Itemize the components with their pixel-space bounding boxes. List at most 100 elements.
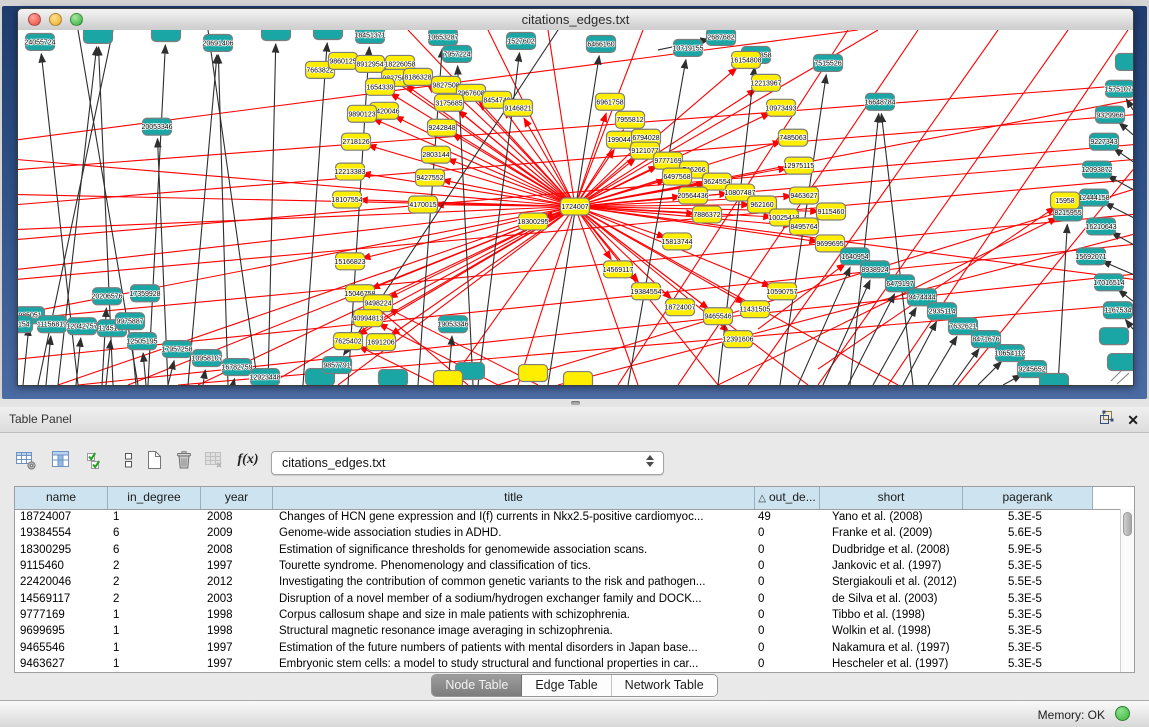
graph-node[interactable]: 19053346 — [437, 316, 468, 333]
graph-node[interactable]: 9329966 — [1096, 106, 1125, 123]
graph-node[interactable]: 7625402 — [334, 333, 363, 350]
graph-node[interactable] — [379, 370, 408, 385]
graph-node[interactable]: 40994813 — [352, 310, 383, 327]
graph-node[interactable]: 15166823 — [334, 253, 365, 270]
graph-node[interactable]: 17359928 — [129, 285, 160, 302]
close-panel-icon[interactable]: ✕ — [1127, 413, 1139, 427]
close-button[interactable] — [28, 13, 41, 26]
table-row[interactable]: 1830029562008Estimation of significance … — [15, 542, 1120, 558]
graph-node[interactable]: 7886372 — [693, 206, 722, 223]
graph-node[interactable]: 7515526 — [814, 54, 843, 71]
column-header-title[interactable]: title — [273, 487, 755, 509]
graph-node[interactable]: 8186328 — [404, 68, 433, 85]
graph-node[interactable]: 24055724 — [24, 33, 55, 50]
network-canvas[interactable]: 2405572420691406184513711065328715276026… — [18, 30, 1133, 385]
graph-node[interactable] — [1108, 354, 1134, 371]
graph-node[interactable]: 11431505 — [740, 301, 771, 318]
graph-node[interactable]: 10973493 — [765, 99, 796, 116]
function-builder-icon[interactable]: f(x) — [236, 448, 260, 472]
graph-node[interactable]: 9777169 — [654, 152, 683, 169]
graph-node[interactable]: 16782759 — [221, 359, 252, 376]
zoom-button[interactable] — [70, 13, 83, 26]
column-header-in-degree[interactable]: in_degree — [108, 487, 201, 509]
split-divider[interactable] — [0, 399, 1149, 407]
graph-node[interactable]: 9115460 — [817, 203, 846, 220]
graph-node[interactable]: 16648784 — [864, 93, 895, 110]
graph-node[interactable]: 9890123 — [348, 105, 377, 122]
graph-node[interactable]: 6497568 — [663, 168, 692, 185]
graph-node[interactable]: 17957258 — [161, 341, 192, 358]
graph-node[interactable] — [1116, 53, 1134, 70]
graph-node[interactable]: 8495764 — [790, 218, 819, 235]
table-row[interactable]: 1456911722003Disruption of a novel membe… — [15, 590, 1120, 606]
graph-node[interactable]: 3175685 — [435, 94, 464, 111]
graph-node[interactable]: 12213383 — [334, 163, 365, 180]
vertical-scrollbar[interactable] — [1120, 509, 1134, 672]
graph-node[interactable]: 16154808 — [730, 51, 761, 68]
graph-node[interactable] — [84, 30, 113, 43]
column-header-name[interactable]: name — [15, 487, 108, 509]
graph-node[interactable]: 19384554 — [630, 283, 661, 300]
tab-network-table[interactable]: Network Table — [612, 675, 717, 696]
graph-node[interactable]: 9227343 — [1090, 133, 1119, 150]
graph-node[interactable]: 1654339 — [366, 78, 395, 95]
graph-node[interactable]: 12505195 — [126, 333, 157, 350]
graph-node[interactable] — [314, 30, 343, 39]
graph-node[interactable]: 9463627 — [790, 187, 819, 204]
graph-node[interactable]: 1691206 — [367, 334, 396, 351]
graph-node[interactable]: 18107554 — [331, 191, 362, 208]
tab-edge-table[interactable]: Edge Table — [522, 675, 611, 696]
graph-node[interactable]: 12391606 — [722, 331, 753, 348]
select-columns-icon[interactable] — [84, 448, 108, 472]
graph-node[interactable]: 7957224 — [443, 45, 472, 62]
graph-node[interactable]: 1167534 — [1104, 302, 1133, 319]
memory-ok-icon[interactable] — [1115, 706, 1130, 721]
graph-node[interactable] — [1100, 328, 1129, 345]
graph-node[interactable]: 12923448 — [249, 369, 280, 385]
table-row[interactable]: 1872400712008Changes of HCN gene express… — [15, 509, 1120, 525]
new-column-icon[interactable] — [142, 448, 166, 472]
graph-node[interactable]: 9146821 — [504, 99, 533, 116]
graph-node[interactable]: 9975887 — [116, 313, 145, 330]
scrollbar-thumb[interactable] — [1123, 512, 1132, 536]
table-options-icon[interactable] — [14, 448, 38, 472]
graph-node[interactable] — [262, 30, 291, 40]
minimize-button[interactable] — [49, 13, 62, 26]
graph-node[interactable]: 11156819 — [37, 316, 67, 333]
graph-node[interactable]: 10654112 — [995, 345, 1026, 362]
graph-node[interactable]: 18724007 — [664, 299, 695, 316]
row-height-icon[interactable] — [116, 448, 140, 472]
graph-node[interactable]: 9242848 — [428, 119, 457, 136]
graph-node[interactable]: 20691406 — [202, 34, 233, 51]
graph-node[interactable]: 8912954 — [356, 55, 385, 72]
graph-node[interactable]: 10590757 — [766, 283, 797, 300]
graph-node[interactable] — [1040, 374, 1069, 385]
graph-node[interactable]: 15958 — [1051, 192, 1080, 209]
graph-node[interactable]: 20053346 — [141, 118, 172, 135]
graph-node[interactable]: 15813744 — [661, 233, 692, 250]
graph-node[interactable]: 10719155 — [672, 39, 703, 56]
graph-node[interactable] — [152, 30, 181, 41]
tab-node-table[interactable]: Node Table — [432, 675, 522, 696]
graph-node[interactable]: 7955812 — [616, 111, 645, 128]
graph-node[interactable]: 939154 — [18, 316, 33, 333]
graph-node[interactable]: 6961758 — [596, 93, 625, 110]
graph-node[interactable]: 16210643 — [1085, 218, 1116, 235]
graph-node[interactable]: 9465546 — [704, 308, 733, 325]
graph-node[interactable]: 20564436 — [677, 187, 708, 204]
graph-node[interactable]: 8471676 — [972, 331, 1001, 348]
column-header-pagerank[interactable]: pagerank — [963, 487, 1093, 509]
graph-node[interactable]: 12213967 — [750, 74, 781, 91]
graph-node[interactable]: 4170015 — [409, 196, 438, 213]
graph-node[interactable]: 6466160 — [587, 35, 616, 52]
graph-node[interactable]: 2687682 — [707, 30, 736, 45]
graph-node[interactable]: 7485063 — [779, 129, 808, 146]
graph-node[interactable]: 15692071 — [1075, 248, 1106, 265]
graph-node[interactable]: 12042757 — [66, 318, 97, 335]
citation-graph[interactable]: 2405572420691406184513711065328715276026… — [18, 30, 1133, 385]
table-row[interactable]: 911546021997Tourette syndrome. Phenomeno… — [15, 558, 1120, 574]
graph-node[interactable]: 10653287 — [427, 30, 458, 45]
graph-node[interactable] — [564, 372, 593, 385]
graph-node[interactable]: 17016514 — [1093, 274, 1124, 291]
graph-node[interactable]: 9860125 — [329, 52, 358, 69]
